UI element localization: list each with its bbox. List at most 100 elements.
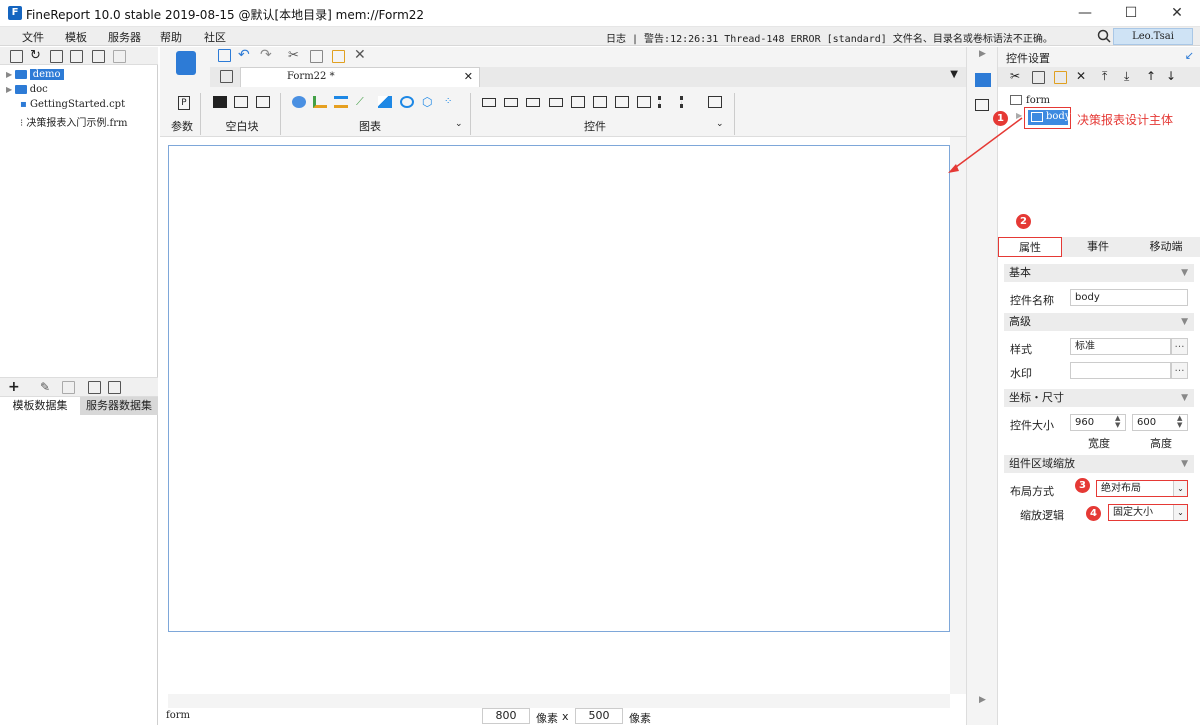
canvas-width-input[interactable]: 800 [482, 708, 530, 724]
maximize-button[interactable]: ☐ [1108, 0, 1154, 27]
chevron-down-icon[interactable]: ⌄ [455, 119, 463, 129]
cut-icon[interactable]: ✂ [1010, 69, 1020, 83]
refresh-icon[interactable]: ↻ [30, 48, 41, 63]
add-icon[interactable]: + [8, 379, 20, 395]
scale-select[interactable]: 固定大小 ⌄ [1108, 504, 1188, 521]
edit-icon[interactable]: ✎ [40, 380, 50, 394]
scatter-chart-icon[interactable]: ⁘ [444, 96, 458, 108]
query-widget-icon[interactable] [708, 96, 722, 108]
gauge-chart-icon[interactable] [400, 96, 414, 108]
expand-icon[interactable]: ▶ [979, 695, 986, 705]
tab-events[interactable]: 事件 [1064, 237, 1132, 257]
delete-icon[interactable]: ✕ [1076, 69, 1086, 83]
width-stepper-icon[interactable]: ▲ ▼ [1115, 415, 1120, 429]
delete-icon[interactable]: ✕ [354, 47, 366, 63]
horizontal-scrollbar[interactable] [168, 694, 950, 708]
delete-icon[interactable] [62, 381, 75, 394]
close-button[interactable]: ✕ [1154, 0, 1200, 27]
parameter-icon[interactable]: P [178, 96, 190, 110]
paste-icon[interactable] [1054, 71, 1067, 84]
label-widget-icon[interactable] [482, 98, 496, 107]
line-chart-icon[interactable]: ⟋ [356, 96, 370, 108]
move-up-icon[interactable]: ↑ [1146, 69, 1156, 83]
pin-icon[interactable]: ↙ [1185, 49, 1194, 62]
date-widget-icon[interactable] [571, 96, 585, 108]
user-badge[interactable]: Leo.Tsai [1113, 28, 1193, 45]
new-folder-icon[interactable] [10, 50, 23, 63]
widget-settings-icon[interactable] [975, 73, 991, 87]
calendar-widget-icon[interactable] [593, 96, 607, 108]
collapse-icon[interactable]: ▶ [979, 49, 986, 59]
move-bottom-icon[interactable]: ⤓ [1124, 69, 1129, 84]
menu-file[interactable]: 文件 [22, 29, 44, 45]
log-message[interactable]: 日志 | 警告:12:26:31 Thread-148 ERROR [stand… [606, 30, 1053, 45]
layout-select[interactable]: 绝对布局 ⌄ [1096, 480, 1188, 497]
grid-icon[interactable] [220, 70, 233, 83]
cut-icon[interactable]: ✂ [288, 48, 299, 63]
menu-server[interactable]: 服务器 [108, 29, 141, 45]
combo-widget-icon[interactable] [549, 98, 563, 107]
redo-icon[interactable]: ↷ [260, 47, 272, 63]
minimize-button[interactable]: — [1062, 0, 1108, 27]
watermark-more-button[interactable]: … [1171, 362, 1188, 379]
section-basic[interactable]: 基本 ▼ [1004, 264, 1194, 282]
text-widget-icon[interactable] [504, 98, 518, 107]
section-coords[interactable]: 坐标・尺寸 ▼ [1004, 389, 1194, 407]
tree-item-doc[interactable]: ▶ doc [6, 84, 48, 98]
menu-help[interactable]: 帮助 [160, 29, 182, 45]
paste-icon[interactable] [332, 50, 345, 63]
split-block-icon[interactable] [234, 96, 248, 108]
move-down-icon[interactable]: ↓ [1166, 69, 1176, 83]
section-zoom[interactable]: 组件区域缩放 ▼ [1004, 455, 1194, 473]
copy-icon[interactable] [310, 50, 323, 63]
vertical-scrollbar[interactable] [950, 137, 966, 694]
block-icon[interactable] [213, 96, 227, 108]
canvas-height-input[interactable]: 500 [575, 708, 623, 724]
copy-icon[interactable] [1032, 71, 1045, 84]
open-icon[interactable] [50, 50, 63, 63]
move-top-icon[interactable]: ⤒ [1102, 69, 1107, 84]
tree-item-frm[interactable]: ⁝ 决策报表入门示例.frm [20, 114, 128, 129]
style-more-button[interactable]: … [1171, 338, 1188, 355]
dataset-icon[interactable] [108, 381, 121, 394]
tab-menu-icon[interactable]: ▼ [950, 69, 958, 80]
height-stepper-icon[interactable]: ▲ ▼ [1177, 415, 1182, 429]
delete-icon[interactable] [92, 50, 105, 63]
tree-item-demo[interactable]: ▶ demo [6, 69, 64, 83]
number-widget-icon[interactable] [615, 96, 629, 108]
pie-chart-icon[interactable] [292, 96, 306, 108]
tab-template-dataset[interactable]: 模板数据集 [0, 397, 80, 415]
tab-properties[interactable]: 属性 [998, 237, 1062, 257]
save-icon[interactable] [218, 49, 231, 62]
textarea-widget-icon[interactable] [637, 96, 651, 108]
locate-icon[interactable] [70, 50, 83, 63]
undo-icon[interactable]: ↶ [238, 47, 250, 63]
design-canvas[interactable] [168, 145, 950, 632]
tab-server-dataset[interactable]: 服务器数据集 [80, 397, 158, 415]
widget-name-input[interactable]: body [1070, 289, 1188, 306]
template-icon[interactable] [176, 51, 196, 75]
radar-chart-icon[interactable]: ⬡ [422, 96, 436, 108]
tab-block-icon[interactable] [256, 96, 270, 108]
tab-form22[interactable]: Form22 * ✕ [240, 67, 480, 87]
checkbox-group-icon[interactable] [680, 96, 694, 108]
style-input[interactable]: 标准 [1070, 338, 1171, 355]
chevron-down-icon[interactable]: ⌄ [716, 119, 724, 129]
bar-chart-icon[interactable] [313, 96, 327, 108]
button-widget-icon[interactable] [526, 98, 540, 107]
watermark-input[interactable] [1070, 362, 1171, 379]
tree-node-body[interactable]: body [1028, 110, 1070, 125]
close-tab-icon[interactable]: ✕ [464, 68, 473, 86]
tree-item-gettingstarted[interactable]: ▪ GettingStarted.cpt [20, 99, 125, 113]
tab-mobile[interactable]: 移动端 [1132, 237, 1200, 257]
area-chart-icon[interactable] [378, 96, 392, 108]
copy-icon[interactable] [113, 50, 126, 63]
tree-node-form[interactable]: form [1026, 95, 1050, 106]
section-advanced[interactable]: 高级 ▼ [1004, 313, 1194, 331]
hbar-chart-icon[interactable] [334, 96, 348, 108]
search-icon[interactable] [1097, 29, 1111, 43]
preview-icon[interactable] [88, 381, 101, 394]
radio-group-icon[interactable] [658, 96, 672, 108]
menu-template[interactable]: 模板 [65, 29, 87, 45]
menu-community[interactable]: 社区 [204, 29, 226, 45]
